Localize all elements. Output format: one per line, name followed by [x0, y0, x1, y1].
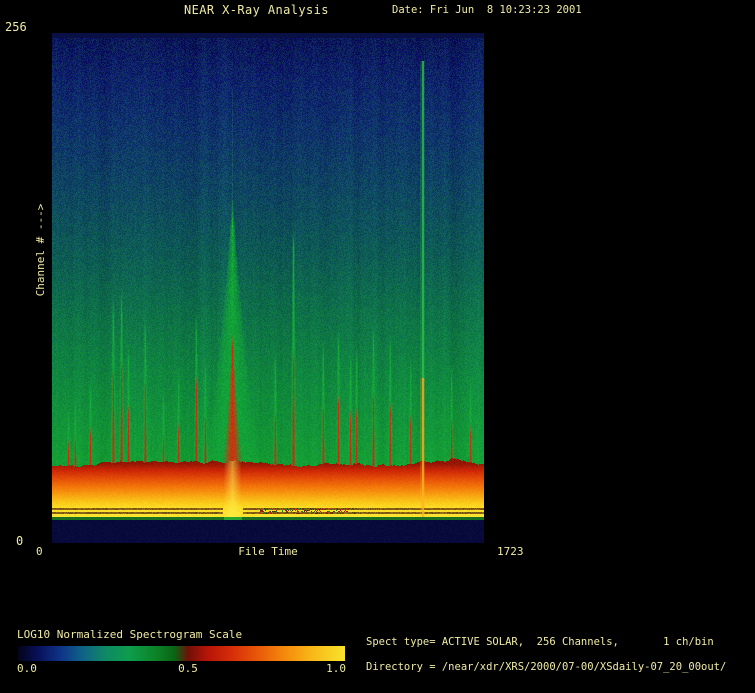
near-xray-analysis-window: NEAR X-Ray Analysis Date: Fri Jun 8 10:2… — [0, 0, 755, 693]
x-axis-tick-min: 0 — [36, 546, 43, 558]
colorbar-tick-max: 1.0 — [326, 663, 346, 675]
spect-type-info: Spect type= ACTIVE SOLAR, 256 Channels, … — [366, 637, 714, 649]
y-axis-label: Channel # ---> — [35, 204, 47, 297]
colorbar-tick-mid: 0.5 — [178, 663, 198, 675]
page-title: NEAR X-Ray Analysis — [184, 4, 329, 17]
date-label: Date: Fri Jun 8 10:23:23 2001 — [392, 5, 582, 17]
y-axis-tick-min: 0 — [16, 535, 23, 548]
x-axis-label: File Time — [238, 546, 298, 558]
colorbar-label: LOG10 Normalized Spectrogram Scale — [17, 629, 242, 641]
y-axis-tick-max: 256 — [5, 21, 27, 34]
colorbar-gradient — [18, 646, 345, 661]
x-axis-tick-max: 1723 — [497, 546, 524, 558]
directory-info: Directory = /near/xdr/XRS/2000/07-00/XSd… — [366, 662, 726, 674]
colorbar-tick-min: 0.0 — [17, 663, 37, 675]
spectrogram-heatmap — [52, 33, 484, 543]
